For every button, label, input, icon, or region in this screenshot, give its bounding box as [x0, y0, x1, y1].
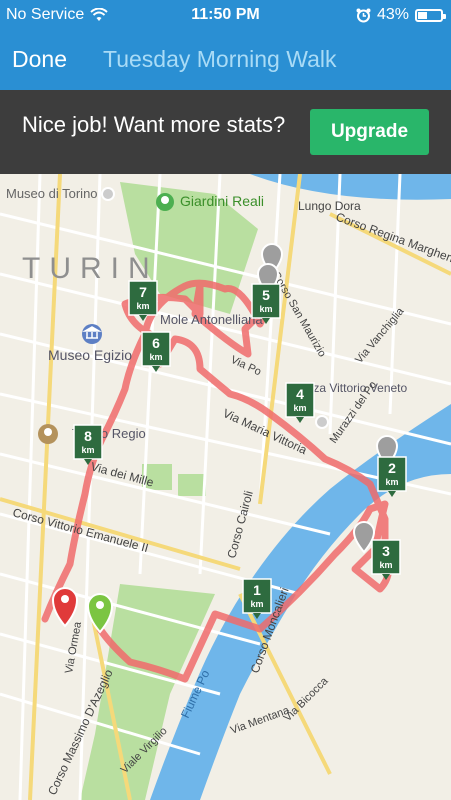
start-pin-icon[interactable] — [86, 593, 114, 634]
map-pin-icon-5 — [352, 521, 376, 554]
park-small-2 — [178, 474, 206, 496]
km-marker-number: 6 — [152, 335, 160, 351]
street-vanchiglia: Via Vanchiglia — [353, 305, 407, 366]
km-marker-7[interactable]: 7 km — [128, 280, 158, 321]
alarm-icon — [356, 8, 371, 22]
upgrade-button[interactable]: Upgrade — [310, 109, 429, 155]
poi-giardini: Giardini Reali — [180, 193, 264, 209]
route-map[interactable]: TURIN Giardini Reali Museo Egizio Teatro… — [0, 174, 451, 800]
poi-dot-icon — [101, 187, 115, 201]
street-via-po: Via Po — [229, 354, 263, 378]
km-marker-5[interactable]: 5 km — [251, 283, 281, 324]
km-marker-number: 4 — [296, 386, 304, 402]
km-marker-8[interactable]: 8 km — [73, 424, 103, 465]
km-marker-unit: km — [379, 560, 392, 570]
km-marker-unit: km — [149, 352, 162, 362]
km-marker-number: 2 — [388, 460, 396, 476]
km-marker-1[interactable]: 1 km — [242, 578, 272, 619]
km-marker-number: 7 — [139, 284, 147, 300]
street-via-bicocca: Via Bicocca — [282, 675, 332, 725]
km-marker-unit: km — [250, 599, 263, 609]
km-marker-3[interactable]: 3 km — [371, 539, 401, 580]
theater-icon — [38, 424, 58, 444]
battery-fill — [418, 11, 427, 19]
km-marker-unit: km — [259, 304, 272, 314]
giardini-icon — [156, 193, 174, 211]
km-marker-unit: km — [136, 301, 149, 311]
city-label: TURIN — [22, 252, 159, 285]
km-marker-unit: km — [293, 403, 306, 413]
poi-mole: Mole Antonelliana — [160, 312, 263, 327]
poi-museo-egizio: Museo Egizio — [48, 347, 132, 363]
km-marker-unit: km — [385, 477, 398, 487]
upgrade-banner: Nice job! Want more stats? Upgrade — [0, 90, 451, 174]
street-via-ormea: Via Ormea — [63, 620, 84, 675]
street-via-mentana: Via Mentana — [229, 704, 292, 737]
poi-dot-icon-2 — [315, 415, 329, 429]
street-corso-cairoli: Corso Cairoli — [224, 489, 255, 560]
km-marker-number: 8 — [84, 428, 92, 444]
museum-icon — [82, 324, 102, 344]
street-corso-regina: Corso Regina Margherita — [334, 210, 451, 269]
upgrade-message: Nice job! Want more stats? — [22, 112, 286, 137]
nav-bar: Done Tuesday Morning Walk — [0, 30, 451, 90]
status-right: 43% — [356, 6, 446, 24]
km-marker-number: 5 — [262, 287, 270, 303]
km-marker-2[interactable]: 2 km — [377, 456, 407, 497]
km-marker-6[interactable]: 6 km — [141, 331, 171, 372]
end-pin-icon[interactable] — [51, 587, 79, 628]
battery-percent: 43% — [376, 6, 409, 23]
poi-torino: Museo di Torino — [6, 186, 98, 201]
walk-title: Tuesday Morning Walk — [103, 46, 337, 72]
km-marker-number: 1 — [253, 582, 261, 598]
done-button[interactable]: Done — [12, 46, 67, 73]
km-marker-unit: km — [81, 445, 94, 455]
km-marker-number: 3 — [382, 543, 390, 559]
status-bar: No Service 11:50 PM 43% — [0, 0, 451, 30]
km-marker-4[interactable]: 4 km — [285, 382, 315, 423]
battery-icon — [415, 8, 446, 22]
street-lungo-dora: Lungo Dora — [298, 199, 361, 213]
